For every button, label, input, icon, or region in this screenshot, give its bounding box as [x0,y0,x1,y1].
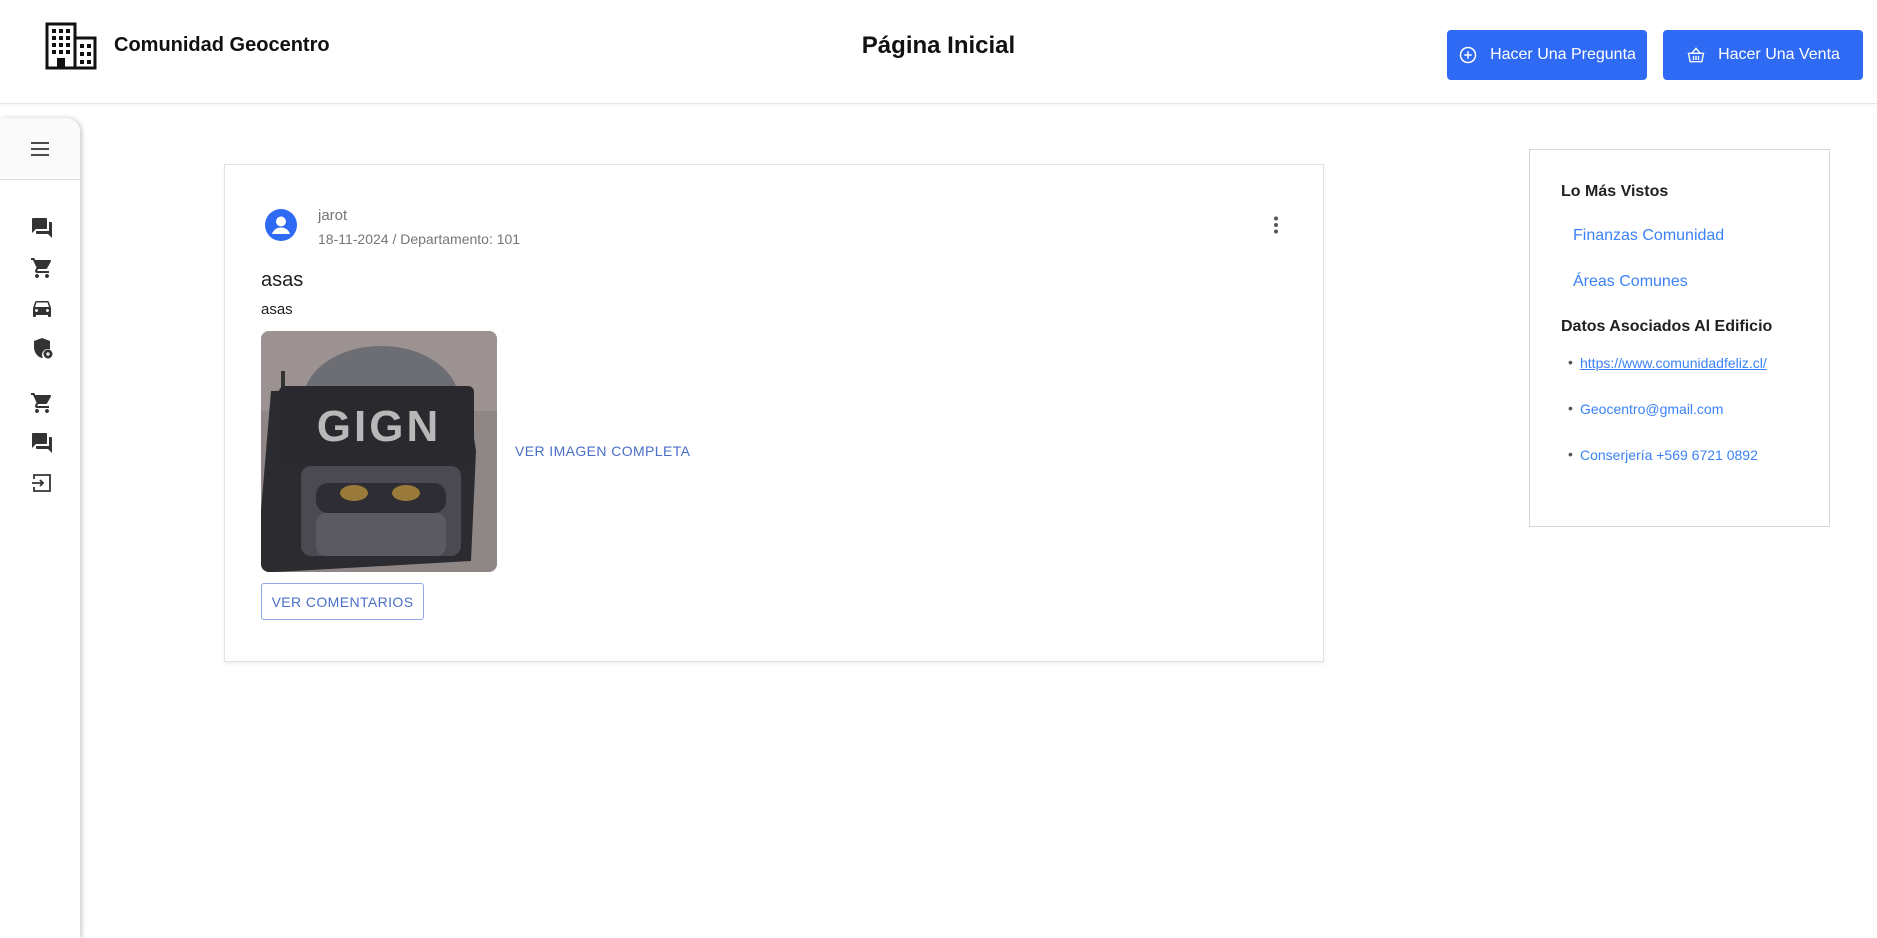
view-full-image-link[interactable]: VER IMAGEN COMPLETA [515,443,690,459]
post-image[interactable]: GIGN [261,331,497,572]
image-logo-text: GIGN [317,402,441,451]
link-finanzas-comunidad[interactable]: Finanzas Comunidad [1573,227,1724,245]
info-panel: Lo Más Vistos Finanzas Comunidad Áreas C… [1529,149,1830,527]
menu-icon[interactable] [28,137,52,161]
post-image-graphic: GIGN [261,331,497,572]
make-sale-button[interactable]: Hacer Una Venta [1663,30,1863,80]
ask-question-label: Hacer Una Pregunta [1490,46,1636,63]
shield-icon[interactable] [30,336,54,360]
make-sale-label: Hacer Una Venta [1718,46,1840,63]
bullet-icon: • [1568,400,1573,416]
bullet-icon: • [1568,354,1573,370]
post-title: asas [261,269,304,291]
top-header: Comunidad Geocentro Página Inicial Hacer… [0,0,1877,104]
forum-icon[interactable] [30,431,54,455]
basket-icon [1687,47,1705,63]
user-avatar-icon [265,209,297,241]
link-areas-comunes[interactable]: Áreas Comunes [1573,273,1688,291]
post-author: jarot [318,207,348,224]
email-link[interactable]: Geocentro@gmail.com [1580,401,1723,417]
post-card: jarot 18-11-2024 / Departamento: 101 asa… [224,164,1324,662]
cart-icon[interactable] [30,256,54,280]
car-icon[interactable] [30,296,54,320]
post-meta: 18-11-2024 / Departamento: 101 [318,231,521,247]
post-body: asas [261,301,293,318]
website-link[interactable]: https://www.comunidadfeliz.cl/ [1580,355,1767,371]
cart-icon[interactable] [30,391,54,415]
view-comments-button[interactable]: VER COMENTARIOS [261,583,424,620]
ask-question-button[interactable]: Hacer Una Pregunta [1447,30,1647,80]
most-viewed-title: Lo Más Vistos [1561,183,1669,200]
building-data-title: Datos Asociados Al Edificio [1561,318,1773,335]
phone-link[interactable]: Conserjería +569 6721 0892 [1580,447,1758,463]
bullet-icon: • [1568,446,1573,462]
sidebar [0,118,80,938]
logout-icon[interactable] [30,471,54,495]
add-circle-icon [1459,46,1477,64]
forum-icon[interactable] [30,216,54,240]
more-options-icon[interactable] [1264,213,1288,237]
sidebar-header [0,118,80,180]
